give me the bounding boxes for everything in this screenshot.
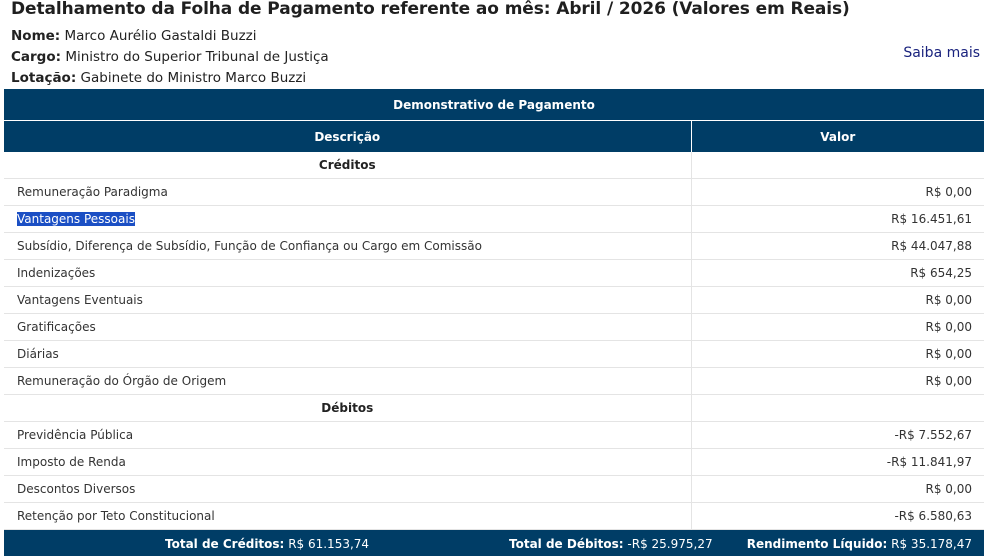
col-descricao-header: Descrição bbox=[4, 121, 691, 153]
section-title: Débitos bbox=[4, 395, 691, 422]
row-value: R$ 0,00 bbox=[691, 179, 984, 206]
row-value: R$ 654,25 bbox=[691, 260, 984, 287]
table-row: Previdência Pública -R$ 7.552,67 bbox=[4, 422, 984, 449]
table-row: Diárias R$ 0,00 bbox=[4, 341, 984, 368]
row-value: R$ 0,00 bbox=[691, 341, 984, 368]
row-description: Indenizações bbox=[4, 260, 691, 287]
row-description: Retenção por Teto Constitucional bbox=[4, 503, 691, 530]
table-row: Subsídio, Diferença de Subsídio, Função … bbox=[4, 233, 984, 260]
row-value: -R$ 7.552,67 bbox=[691, 422, 984, 449]
saiba-mais-link[interactable]: Saiba mais bbox=[903, 45, 980, 61]
row-value: -R$ 11.841,97 bbox=[691, 449, 984, 476]
table-row: Descontos Diversos R$ 0,00 bbox=[4, 476, 984, 503]
row-value: R$ 16.451,61 bbox=[691, 206, 984, 233]
employee-name-line: Nome: Marco Aurélio Gastaldi Buzzi bbox=[11, 28, 257, 44]
row-value: R$ 0,00 bbox=[691, 368, 984, 395]
table-row: Indenizações R$ 654,25 bbox=[4, 260, 984, 287]
employee-name: Marco Aurélio Gastaldi Buzzi bbox=[65, 28, 257, 44]
table-row: Vantagens Pessoais R$ 16.451,61 bbox=[4, 206, 984, 233]
row-description: Previdência Pública bbox=[4, 422, 691, 449]
table-row: Remuneração Paradigma R$ 0,00 bbox=[4, 179, 984, 206]
total-creditos: Total de Créditos: R$ 61.153,74 bbox=[165, 537, 369, 551]
row-description: Diárias bbox=[4, 341, 691, 368]
nome-label: Nome: bbox=[11, 28, 60, 44]
row-value: R$ 0,00 bbox=[691, 314, 984, 341]
table-row: Imposto de Renda -R$ 11.841,97 bbox=[4, 449, 984, 476]
employee-role-line: Cargo: Ministro do Superior Tribunal de … bbox=[11, 49, 329, 65]
row-description: Remuneração Paradigma bbox=[4, 179, 691, 206]
table-row: Retenção por Teto Constitucional -R$ 6.5… bbox=[4, 503, 984, 530]
row-description: Vantagens Eventuais bbox=[4, 287, 691, 314]
lotacao-label: Lotação: bbox=[11, 70, 76, 86]
cargo-label: Cargo: bbox=[11, 49, 61, 65]
section-title: Créditos bbox=[4, 152, 691, 179]
col-valor-header: Valor bbox=[691, 121, 984, 153]
rendimento-liquido: Rendimento Líquido: R$ 35.178,47 bbox=[747, 537, 972, 551]
row-description: Subsídio, Diferença de Subsídio, Função … bbox=[4, 233, 691, 260]
row-description: Imposto de Renda bbox=[4, 449, 691, 476]
payment-table: Demonstrativo de Pagamento Descrição Val… bbox=[4, 89, 984, 556]
total-debitos: Total de Débitos: -R$ 25.975,27 bbox=[509, 537, 713, 551]
row-value: R$ 44.047,88 bbox=[691, 233, 984, 260]
employee-role: Ministro do Superior Tribunal de Justiça bbox=[65, 49, 328, 65]
table-row: Remuneração do Órgão de Origem R$ 0,00 bbox=[4, 368, 984, 395]
row-description: Gratificações bbox=[4, 314, 691, 341]
page-title: Detalhamento da Folha de Pagamento refer… bbox=[11, 0, 850, 19]
section-debitos: Débitos bbox=[4, 395, 984, 422]
row-value: -R$ 6.580,63 bbox=[691, 503, 984, 530]
section-creditos: Créditos bbox=[4, 152, 984, 179]
table-row: Vantagens Eventuais R$ 0,00 bbox=[4, 287, 984, 314]
row-value: R$ 0,00 bbox=[691, 476, 984, 503]
row-value: R$ 0,00 bbox=[691, 287, 984, 314]
row-description: Remuneração do Órgão de Origem bbox=[4, 368, 691, 395]
employee-unit: Gabinete do Ministro Marco Buzzi bbox=[81, 70, 307, 86]
table-row: Gratificações R$ 0,00 bbox=[4, 314, 984, 341]
row-description: Descontos Diversos bbox=[4, 476, 691, 503]
row-description: Vantagens Pessoais bbox=[4, 206, 691, 233]
table-caption: Demonstrativo de Pagamento bbox=[4, 89, 984, 121]
employee-unit-line: Lotação: Gabinete do Ministro Marco Buzz… bbox=[11, 70, 306, 86]
totals-row: Total de Créditos: R$ 61.153,74 Total de… bbox=[4, 530, 984, 556]
selected-text: Vantagens Pessoais bbox=[17, 212, 135, 226]
